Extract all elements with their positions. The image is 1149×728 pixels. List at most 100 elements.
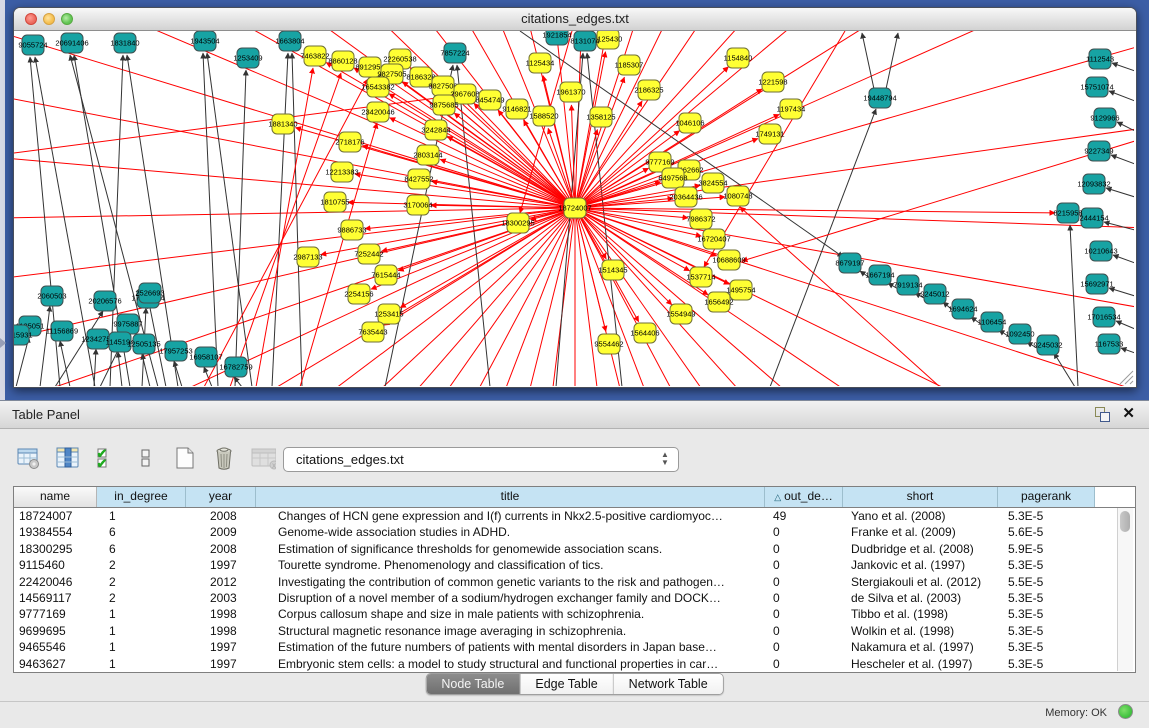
column-header-pagerank[interactable]: pagerank xyxy=(998,487,1095,507)
graph-node-label: 9875685 xyxy=(429,101,458,110)
graph-node-label: 2803144 xyxy=(413,151,442,160)
select-columns-icon[interactable]: ✔✔ xyxy=(94,445,120,471)
cell-year: 1997 xyxy=(186,639,256,655)
graph-node-label: 1046106 xyxy=(675,119,704,128)
cell-year: 1998 xyxy=(186,623,256,639)
cell-pagerank: 5.3E-5 xyxy=(998,623,1095,639)
graph-node-label: 22260538 xyxy=(383,55,416,64)
column-header-year[interactable]: year xyxy=(186,487,256,507)
cell-in_degree: 2 xyxy=(97,557,186,573)
table-row[interactable]: 946362711997Embryonic stem cells: a mode… xyxy=(14,656,1135,672)
hub-ray-edge xyxy=(575,208,1134,386)
cell-out_de: 0 xyxy=(765,590,843,606)
column-header-title[interactable]: title xyxy=(256,487,765,507)
tab-network-table[interactable]: Network Table xyxy=(614,674,723,694)
table-row[interactable]: 946554611997Estimation of the future num… xyxy=(14,639,1135,655)
citation-edge xyxy=(1070,225,1078,386)
graph-node-label: 1694624 xyxy=(948,305,977,314)
table-row[interactable]: 1456911722003Disruption of a novel membe… xyxy=(14,590,1135,606)
cell-name: 9465546 xyxy=(14,639,97,655)
table-row[interactable]: 977716911998Corpus callosum shape and si… xyxy=(14,606,1135,622)
graph-node-label: 9554462 xyxy=(594,340,623,349)
cell-pagerank: 5.9E-5 xyxy=(998,541,1095,557)
graph-node-label: 1106454 xyxy=(978,318,1007,327)
cell-name: 18300295 xyxy=(14,541,97,557)
graph-node-label: 9146821 xyxy=(502,105,531,114)
column-header-label: in_degree xyxy=(114,489,167,503)
citation-edge xyxy=(203,53,218,386)
column-header-short[interactable]: short xyxy=(843,487,998,507)
graph-node-label: 1961370 xyxy=(556,88,585,97)
splitpane-collapse-handle[interactable] xyxy=(0,338,6,348)
network-graph[interactable]: 7463822886012889129542226053898275051654… xyxy=(14,31,1134,386)
graph-node-label: 7463822 xyxy=(300,52,329,61)
graph-node-label: 3824554 xyxy=(698,179,727,188)
table-selector-dropdown[interactable]: citations_edges.txt ▲▼ xyxy=(283,447,679,472)
graph-node-label: 1663804 xyxy=(275,37,304,46)
column-header-out_de[interactable]: △out_de… xyxy=(765,487,843,507)
float-panel-icon[interactable] xyxy=(1095,407,1109,421)
show-column-icon[interactable] xyxy=(55,445,81,471)
cell-name: 9115460 xyxy=(14,557,97,573)
cell-pagerank: 5.3E-5 xyxy=(998,606,1095,622)
cell-short: Tibbo et al. (1998) xyxy=(843,606,998,622)
graph-node-label: 1810755 xyxy=(320,198,349,207)
graph-node-label: 9777169 xyxy=(645,158,674,167)
network-window: citations_edges.txt 74638228860128891295… xyxy=(13,7,1137,388)
network-view-canvas[interactable]: 7463822886012889129542226053898275051654… xyxy=(14,31,1134,386)
memory-status-indicator[interactable] xyxy=(1118,704,1133,719)
table-panel-title: Table Panel xyxy=(12,407,80,422)
cell-title: Tourette syndrome. Phenomenology and cla… xyxy=(256,557,765,573)
graph-node-label: 1125434 xyxy=(526,59,555,68)
column-header-label: name xyxy=(40,489,70,503)
graph-node-label: 1537714 xyxy=(686,273,715,282)
cell-out_de: 0 xyxy=(765,606,843,622)
citation-edge xyxy=(886,33,898,89)
table-row[interactable]: 911546021997Tourette syndrome. Phenomeno… xyxy=(14,557,1135,573)
network-window-titlebar[interactable]: citations_edges.txt xyxy=(14,8,1136,31)
cell-in_degree: 6 xyxy=(97,524,186,540)
graph-node-label: 1921854 xyxy=(542,31,571,40)
graph-node-label: 18300295 xyxy=(501,219,534,228)
scrollbar-thumb[interactable] xyxy=(1120,511,1130,532)
table-row[interactable]: 1938455462009Genome-wide association stu… xyxy=(14,524,1135,540)
cell-name: 19384554 xyxy=(14,524,97,540)
cell-year: 2009 xyxy=(186,524,256,540)
graph-node-label: 1112543 xyxy=(1086,55,1114,64)
cell-in_degree: 1 xyxy=(97,508,186,524)
citation-edge xyxy=(204,367,212,386)
table-settings-icon[interactable] xyxy=(16,445,42,471)
tab-node-table[interactable]: Node Table xyxy=(426,674,520,694)
cell-title: Estimation of the future numbers of pati… xyxy=(256,639,765,655)
table-row[interactable]: 1872400712008Changes of HCN gene express… xyxy=(14,508,1135,524)
status-divider xyxy=(0,701,1149,702)
create-column-icon[interactable] xyxy=(172,445,198,471)
citation-edge xyxy=(1106,188,1134,197)
graph-node-label: 11156869 xyxy=(46,327,78,336)
graph-node-label: 1667194 xyxy=(865,271,894,280)
column-header-name[interactable]: name xyxy=(14,487,97,507)
citation-edge xyxy=(60,341,70,386)
delete-table-icon[interactable]: x xyxy=(250,445,276,471)
tab-edge-table[interactable]: Edge Table xyxy=(520,674,613,694)
citation-edge xyxy=(1117,122,1134,131)
table-row[interactable]: 2242004622012Investigating the contribut… xyxy=(14,574,1135,590)
delete-column-icon[interactable] xyxy=(211,445,237,471)
table-row[interactable]: 969969511998Structural magnetic resonanc… xyxy=(14,623,1135,639)
graph-node-label: 23420046 xyxy=(361,108,394,117)
cell-title: Corpus callosum shape and size in male p… xyxy=(256,606,765,622)
graph-node-label: 8860128 xyxy=(328,57,357,66)
row-height-icon[interactable] xyxy=(133,445,159,471)
cell-out_de: 0 xyxy=(765,557,843,573)
cell-short: Stergiakouli et al. (2012) xyxy=(843,574,998,590)
table-row[interactable]: 1830029562008Estimation of significance … xyxy=(14,541,1135,557)
graph-node-label: 9129966 xyxy=(1090,114,1119,123)
citation-edge xyxy=(1111,155,1134,164)
cell-short: Dudbridge et al. (2008) xyxy=(843,541,998,557)
close-panel-icon[interactable]: ✕ xyxy=(1122,404,1135,422)
column-header-in_degree[interactable]: in_degree xyxy=(97,487,186,507)
graph-node-label: 1080748 xyxy=(723,192,752,201)
graph-node-label: 1185307 xyxy=(615,61,644,70)
table-type-tabs: Node TableEdge TableNetwork Table xyxy=(425,673,723,695)
vertical-scrollbar[interactable] xyxy=(1117,508,1133,671)
